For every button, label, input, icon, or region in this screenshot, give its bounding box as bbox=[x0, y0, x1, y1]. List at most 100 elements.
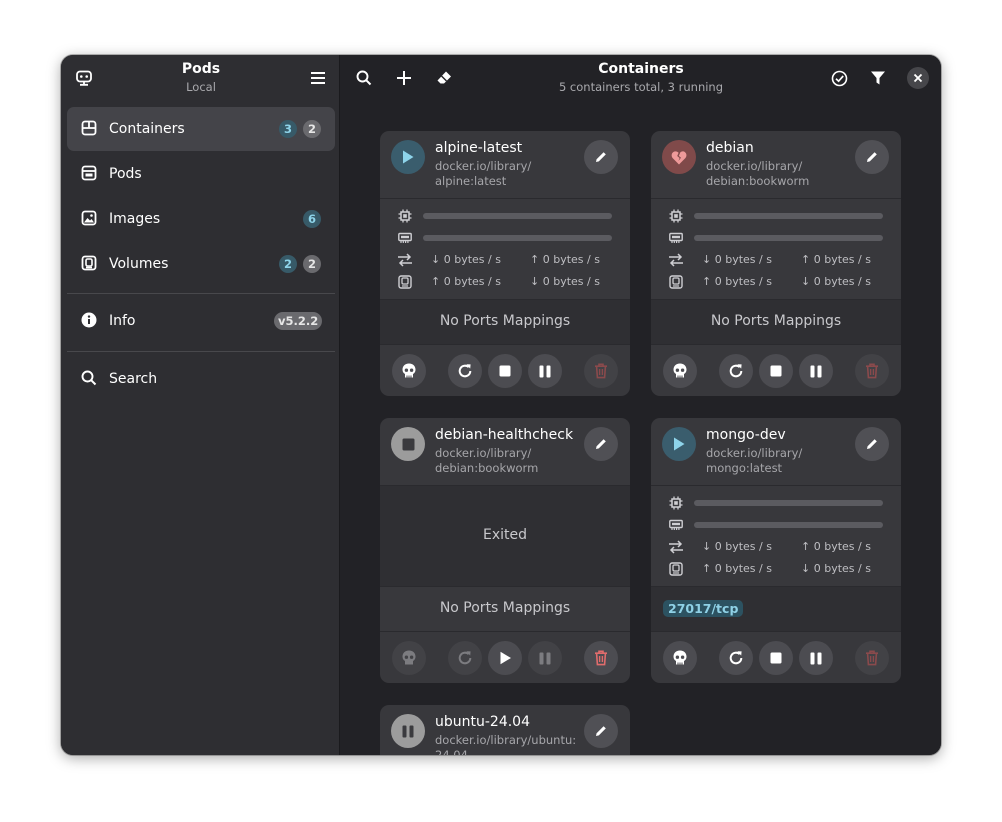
skull-icon bbox=[402, 363, 416, 378]
running-status-icon bbox=[391, 140, 425, 174]
edit-button[interactable] bbox=[584, 714, 618, 748]
close-window-button[interactable] bbox=[907, 67, 929, 89]
delete-button[interactable] bbox=[584, 641, 618, 675]
container-card[interactable]: ubuntu-24.04 docker.io/library/ubuntu: 2… bbox=[380, 705, 630, 755]
memory-icon bbox=[668, 230, 684, 246]
volumes-used-badge: 2 bbox=[279, 255, 297, 273]
sidebar-subtitle: Local bbox=[186, 80, 216, 94]
pause-icon bbox=[810, 652, 822, 664]
stop-button[interactable] bbox=[759, 354, 793, 388]
pause-button[interactable] bbox=[528, 641, 562, 675]
stopped-status-icon bbox=[391, 427, 425, 461]
sidebar-item-containers[interactable]: Containers 3 2 bbox=[67, 107, 335, 151]
container-name: alpine-latest bbox=[435, 140, 523, 156]
cpu-usage-bar bbox=[694, 500, 883, 506]
disk-write-value: 0 bytes / s bbox=[714, 562, 772, 575]
port-mappings-text: No Ports Mappings bbox=[439, 313, 571, 329]
trash-icon bbox=[595, 650, 607, 666]
stop-button[interactable] bbox=[759, 641, 793, 675]
disk-icon bbox=[668, 561, 684, 577]
exited-status-text: Exited bbox=[482, 527, 527, 543]
kill-button[interactable] bbox=[392, 354, 426, 388]
edit-button[interactable] bbox=[855, 140, 889, 174]
prune-eraser-button[interactable] bbox=[433, 67, 455, 89]
kill-button[interactable] bbox=[663, 354, 697, 388]
edit-button[interactable] bbox=[855, 427, 889, 461]
pause-button[interactable] bbox=[528, 354, 562, 388]
skull-icon bbox=[673, 363, 687, 378]
stop-button[interactable] bbox=[488, 354, 522, 388]
trash-icon bbox=[866, 650, 878, 666]
edit-button[interactable] bbox=[584, 427, 618, 461]
restart-button[interactable] bbox=[448, 641, 482, 675]
main-panel: Containers 5 containers total, 3 running… bbox=[341, 55, 941, 755]
connection-icon[interactable] bbox=[74, 68, 94, 88]
container-card[interactable]: debian docker.io/library/ debian:bookwor… bbox=[651, 131, 901, 396]
filter-button[interactable] bbox=[867, 67, 889, 89]
net-rx-rate: ↓ 0 bytes / s bbox=[431, 253, 501, 266]
images-count-badge: 6 bbox=[303, 210, 321, 228]
net-tx-rate: ↑ 0 bytes / s bbox=[801, 253, 871, 266]
restart-button[interactable] bbox=[719, 354, 753, 388]
kill-button[interactable] bbox=[392, 641, 426, 675]
port-mapping-tag[interactable]: 27017/tcp bbox=[663, 600, 744, 617]
sidebar-separator bbox=[67, 293, 335, 294]
container-image: docker.io/library/ubuntu: 24.04 bbox=[435, 733, 577, 755]
search-button[interactable] bbox=[353, 67, 375, 89]
disk-write-rate: ↑ 0 bytes / s bbox=[702, 275, 772, 288]
net-rx-value: 0 bytes / s bbox=[714, 540, 772, 553]
restart-button[interactable] bbox=[448, 354, 482, 388]
select-mode-button[interactable] bbox=[828, 67, 850, 89]
delete-button[interactable] bbox=[584, 354, 618, 388]
cpu-icon bbox=[668, 208, 684, 224]
search-icon bbox=[81, 370, 97, 386]
pause-button[interactable] bbox=[799, 641, 833, 675]
card-header: alpine-latest docker.io/library/ alpine:… bbox=[380, 131, 630, 198]
pause-icon bbox=[539, 652, 551, 664]
network-icon bbox=[397, 252, 413, 268]
stop-icon bbox=[770, 652, 782, 664]
container-card[interactable]: debian-healthcheck docker.io/library/ de… bbox=[380, 418, 630, 683]
disk-icon bbox=[668, 274, 684, 290]
pencil-icon bbox=[596, 152, 606, 162]
image-icon bbox=[81, 210, 97, 226]
divider bbox=[380, 198, 630, 199]
edit-button[interactable] bbox=[584, 140, 618, 174]
container-card[interactable]: mongo-dev docker.io/library/ mongo:lates… bbox=[651, 418, 901, 683]
sidebar-item-label: Images bbox=[109, 211, 161, 227]
main-menu-button[interactable] bbox=[306, 68, 330, 88]
add-button[interactable] bbox=[393, 67, 415, 89]
sidebar-item-pods[interactable]: Pods bbox=[67, 152, 335, 196]
delete-button[interactable] bbox=[855, 641, 889, 675]
container-card[interactable]: alpine-latest docker.io/library/ alpine:… bbox=[380, 131, 630, 396]
card-header: mongo-dev docker.io/library/ mongo:lates… bbox=[651, 418, 901, 485]
start-button[interactable] bbox=[488, 641, 522, 675]
container-name: debian bbox=[706, 140, 754, 156]
delete-button[interactable] bbox=[855, 354, 889, 388]
restart-button[interactable] bbox=[719, 641, 753, 675]
sidebar-item-label: Pods bbox=[109, 166, 142, 182]
sidebar-item-info[interactable]: Info v5.2.2 bbox=[67, 299, 335, 343]
sidebar-item-images[interactable]: Images 6 bbox=[67, 197, 335, 241]
divider bbox=[380, 631, 630, 632]
sidebar-title: Pods bbox=[181, 61, 221, 77]
divider bbox=[651, 631, 901, 632]
pods-icon bbox=[81, 165, 97, 181]
net-rx-value: 0 bytes / s bbox=[714, 253, 772, 266]
sidebar-item-label: Info bbox=[109, 313, 136, 329]
container-name: mongo-dev bbox=[706, 427, 786, 443]
net-tx-rate: ↑ 0 bytes / s bbox=[530, 253, 600, 266]
pencil-icon bbox=[596, 439, 606, 449]
kill-button[interactable] bbox=[663, 641, 697, 675]
container-image: docker.io/library/ mongo:latest bbox=[706, 446, 803, 475]
network-icon bbox=[668, 539, 684, 555]
disk-read-value: 0 bytes / s bbox=[813, 562, 871, 575]
card-header: ubuntu-24.04 docker.io/library/ubuntu: 2… bbox=[380, 705, 630, 755]
pause-button[interactable] bbox=[799, 354, 833, 388]
sidebar-item-search[interactable]: Search bbox=[67, 357, 335, 401]
card-header: debian-healthcheck docker.io/library/ de… bbox=[380, 418, 630, 485]
pause-icon bbox=[810, 365, 822, 377]
sidebar-item-volumes[interactable]: Volumes 2 2 bbox=[67, 242, 335, 286]
memory-icon bbox=[668, 517, 684, 533]
container-image: docker.io/library/ alpine:latest bbox=[435, 159, 532, 188]
